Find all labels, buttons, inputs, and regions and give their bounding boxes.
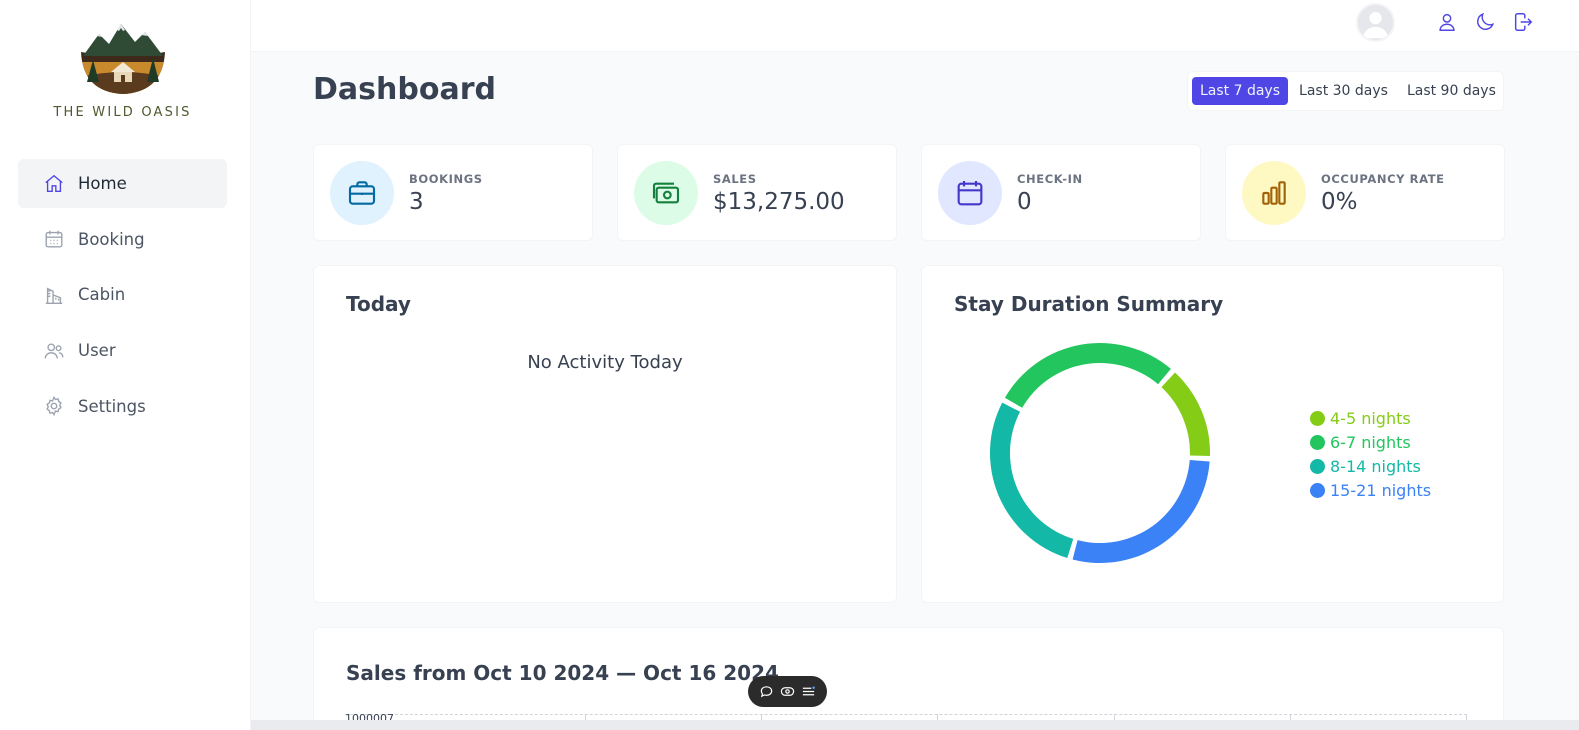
legend-item: 8-14 nights: [1310, 454, 1431, 478]
sidebar-item-label: Booking: [78, 229, 145, 249]
briefcase-icon: [348, 181, 376, 205]
sales-chart-gridline: [345, 714, 1467, 715]
sidebar-item-cabin[interactable]: Cabin: [18, 270, 227, 319]
gear-icon: [46, 396, 62, 417]
logout-icon[interactable]: [1512, 11, 1534, 33]
building-icon: [45, 287, 63, 304]
today-title: Today: [346, 292, 411, 316]
filter-last-90-days[interactable]: Last 90 days: [1399, 77, 1504, 105]
stay-duration-donut-chart: [990, 343, 1210, 563]
stat-bookings: BOOKINGS 3: [313, 144, 593, 241]
stat-value: 3: [409, 189, 424, 215]
legend-label: 15-21 nights: [1330, 480, 1432, 500]
floating-toolbar: [748, 676, 827, 707]
sidebar-item-label: User: [78, 341, 116, 361]
stat-icon-circle: [938, 161, 1002, 225]
filter-last-7-days[interactable]: Last 7 days: [1192, 77, 1289, 105]
sidebar-item-user[interactable]: User: [18, 326, 227, 375]
stat-occupancy-rate: OCCUPANCY RATE 0%: [1225, 144, 1505, 241]
menu-icon[interactable]: [801, 684, 816, 699]
legend-dot: [1310, 482, 1325, 498]
legend-dot: [1310, 434, 1325, 450]
stay-duration-panel: Stay Duration Summary 4-5 nights 6-7 nigh…: [921, 265, 1504, 603]
donut-slice-15-21-nights[interactable]: [1072, 459, 1210, 563]
sidebar: THE WILD OASIS Home Booking Cabin User S…: [0, 0, 251, 730]
donut-slice-4-5-nights[interactable]: [1161, 372, 1210, 457]
no-activity-message: No Activity Today: [527, 352, 683, 373]
eye-icon[interactable]: [780, 684, 795, 699]
legend-dot: [1310, 458, 1325, 474]
stat-value: $13,275.00: [713, 189, 845, 215]
sidebar-nav: Home Booking Cabin User Settings: [18, 159, 227, 437]
date-range-filter: Last 7 days Last 30 days Last 90 days: [1187, 71, 1504, 111]
legend-label: 4-5 nights: [1330, 408, 1411, 428]
calendar-icon: [957, 181, 983, 206]
sidebar-item-label: Home: [78, 174, 127, 193]
legend-dot: [1310, 410, 1325, 426]
donut-slice-8-14-nights[interactable]: [990, 402, 1074, 559]
avatar-placeholder-icon: [1358, 5, 1393, 40]
moon-icon[interactable]: [1474, 11, 1496, 33]
brand-name: THE WILD OASIS: [53, 105, 192, 120]
users-icon: [44, 343, 64, 358]
calendar-icon: [45, 230, 63, 248]
home-icon: [45, 174, 63, 192]
page-title: Dashboard: [313, 72, 496, 107]
legend-item: 6-7 nights: [1310, 430, 1431, 454]
user-icon[interactable]: [1436, 11, 1458, 33]
stat-icon-circle: [634, 161, 698, 225]
stat-check-in: CHECK-IN 0: [921, 144, 1201, 241]
top-header: [251, 0, 1579, 52]
sidebar-item-label: Cabin: [78, 285, 126, 305]
stay-duration-title: Stay Duration Summary: [954, 292, 1224, 316]
today-panel: Today No Activity Today: [313, 265, 897, 603]
chart-legend: 4-5 nights 6-7 nights 8-14 nights 15-21 nig…: [1310, 406, 1431, 502]
logo[interactable]: THE WILD OASIS: [0, 22, 245, 120]
filter-last-30-days[interactable]: Last 30 days: [1291, 77, 1396, 105]
stat-title: BOOKINGS: [409, 172, 483, 186]
donut-slice-6-7-nights[interactable]: [1004, 343, 1171, 408]
sidebar-item-home[interactable]: Home: [18, 159, 227, 208]
sidebar-item-booking[interactable]: Booking: [18, 215, 227, 264]
legend-item: 15-21 nights: [1310, 478, 1431, 502]
sidebar-item-settings[interactable]: Settings: [18, 382, 227, 431]
legend-label: 8-14 nights: [1330, 456, 1421, 476]
legend-item: 4-5 nights: [1310, 406, 1431, 430]
sidebar-item-label: Settings: [78, 396, 146, 416]
chart-bar-icon: [1262, 181, 1286, 205]
avatar[interactable]: [1356, 3, 1395, 42]
stat-icon-circle: [330, 161, 394, 225]
stat-icon-circle: [1242, 161, 1306, 225]
horizontal-scrollbar[interactable]: [251, 720, 1579, 730]
stat-value: 0: [1017, 189, 1032, 215]
stat-title: OCCUPANCY RATE: [1321, 172, 1445, 186]
stat-value: 0%: [1321, 189, 1358, 215]
banknotes-icon: [652, 182, 680, 204]
legend-label: 6-7 nights: [1330, 432, 1411, 452]
sales-title: Sales from Oct 10 2024 — Oct 16 2024: [346, 661, 779, 685]
stat-title: SALES: [713, 172, 757, 186]
stat-title: CHECK-IN: [1017, 172, 1083, 186]
comment-icon[interactable]: [759, 684, 774, 699]
stat-sales: SALES $13,275.00: [617, 144, 897, 241]
logo-image: [80, 24, 165, 94]
